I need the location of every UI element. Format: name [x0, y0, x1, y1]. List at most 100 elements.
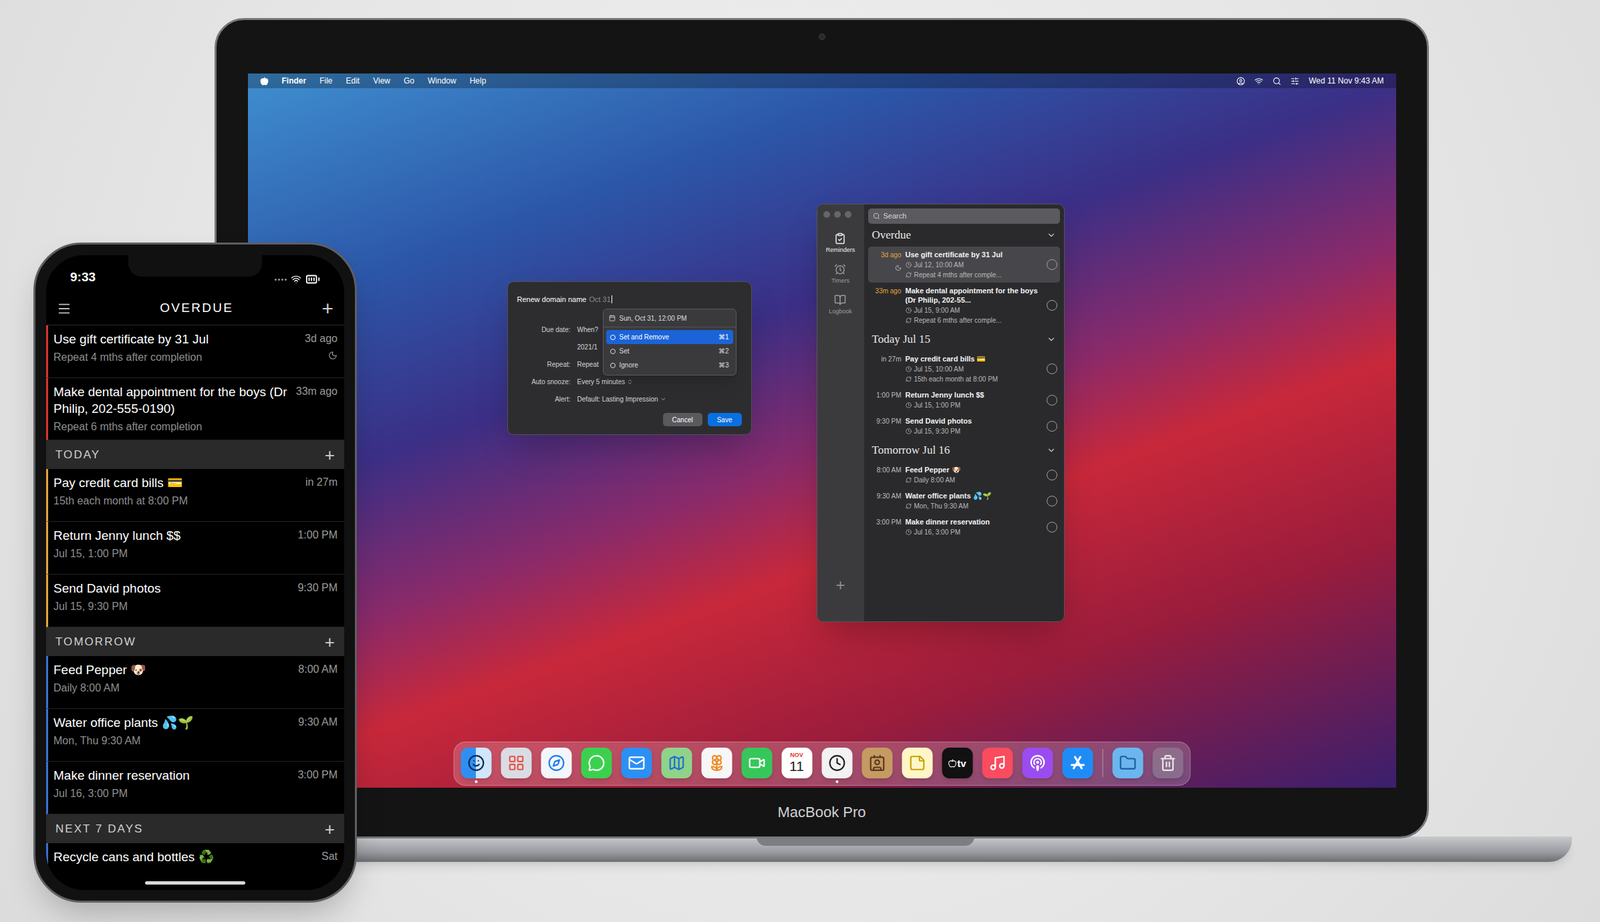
reminder-row[interactable]: 3:00 PMMake dinner reservationJul 16, 3:… [868, 513, 1060, 541]
phone-reminder-row[interactable]: Return Jenny lunch $$Jul 15, 1:00 PM1:00… [46, 521, 345, 575]
reminder-row[interactable]: 1:00 PMReturn Jenny lunch $$Jul 15, 1:00… [868, 386, 1060, 414]
tv-dock-item[interactable]: tv [941, 747, 973, 779]
section-add-button[interactable]: + [324, 820, 335, 839]
photos-dock-item[interactable] [701, 747, 732, 779]
section-add-button[interactable]: + [324, 446, 335, 464]
reminder-repeat: Daily 8:00 AM [914, 475, 956, 485]
phone-reminder-row[interactable]: Make dental appointment for the boys (Dr… [46, 378, 345, 441]
control-center-icon[interactable] [1290, 76, 1300, 86]
phone-section: NEXT 7 DAYS+Recycle cans and bottles ♻️S… [46, 814, 345, 891]
section-header[interactable]: Tomorrow Jul 16 [868, 439, 1060, 462]
add-button[interactable]: + [835, 577, 845, 594]
reminders-dock-item[interactable] [821, 747, 853, 779]
menu-clock[interactable]: Wed 11 Nov 9:43 AM [1308, 74, 1384, 87]
reminder-row[interactable]: 3d agoUse gift certificate by 31 JulJul … [868, 246, 1060, 283]
reminder-section: Overdue3d agoUse gift certificate by 31 … [868, 223, 1060, 329]
maps-dock-item[interactable] [660, 747, 692, 779]
trash-dock-item[interactable] [1152, 747, 1183, 779]
podcasts-dock-item[interactable] [1021, 747, 1053, 779]
app-menu[interactable]: Finder [282, 74, 307, 87]
finder-dock-item[interactable] [460, 747, 492, 779]
menu-option[interactable]: Set⌘2 [606, 344, 734, 359]
safari-dock-item[interactable] [540, 747, 572, 779]
spotlight-icon[interactable] [1272, 76, 1282, 86]
facetime-dock-item[interactable] [741, 747, 772, 779]
section-header[interactable]: Today Jul 15 [868, 328, 1060, 351]
menu-icon[interactable] [56, 301, 72, 317]
phone-screen: 9:33OVERDUE+Use gift certificate by 31 J… [46, 255, 345, 891]
section-header[interactable]: Overdue [868, 223, 1060, 247]
complete-checkbox[interactable] [1046, 469, 1058, 481]
sidebar-item[interactable]: Logbook [828, 294, 853, 316]
complete-checkbox[interactable] [1046, 521, 1058, 533]
title-field[interactable]: Renew domain nameOct 31 [517, 291, 742, 308]
menu-item[interactable]: Go [403, 74, 415, 87]
reminder-title: Make dinner reservation [905, 517, 1043, 527]
contacts-dock-item[interactable] [861, 747, 893, 779]
close-button[interactable] [823, 211, 831, 218]
wifi-icon[interactable] [1254, 76, 1264, 86]
popup-button[interactable]: Every 5 minutes [577, 376, 634, 387]
due-time: 9:30 AM [876, 491, 902, 501]
music-dock-item[interactable] [981, 747, 1013, 779]
launchpad-dock-item[interactable] [500, 747, 532, 779]
zoom-button[interactable] [844, 211, 852, 218]
mail-dock-item[interactable] [620, 747, 652, 779]
search-field[interactable]: Search [868, 208, 1060, 224]
due-time: 1:00 PM [876, 390, 901, 400]
reminder-time: 1:00 PM [297, 527, 338, 544]
complete-checkbox[interactable] [1046, 259, 1058, 271]
edit-reminder-dialog[interactable]: Renew domain nameOct 31Due date:When?202… [507, 281, 752, 436]
text-field[interactable]: Repeat [577, 359, 599, 370]
sidebar-item[interactable]: Reminders [826, 232, 856, 254]
phone-reminder-row[interactable]: Send David photosJul 15, 9:30 PM9:30 PM [46, 574, 345, 628]
calendar-dock-item[interactable]: NOV11 [781, 747, 813, 779]
menu-option[interactable]: Ignore⌘3 [606, 358, 734, 373]
reminder-row[interactable]: in 27mPay credit card bills 💳Jul 15, 10:… [868, 350, 1060, 387]
menu-item[interactable]: Window [427, 74, 457, 87]
complete-checkbox[interactable] [1046, 495, 1058, 507]
sidebar-item[interactable]: Timers [831, 263, 850, 285]
reminder-time: 8:00 AM [298, 661, 338, 678]
add-button[interactable]: + [321, 298, 334, 319]
photos-icon [701, 747, 732, 779]
complete-checkbox[interactable] [1046, 363, 1058, 375]
user-icon[interactable] [1236, 76, 1246, 86]
repeat-icon [905, 317, 912, 324]
messages-dock-item[interactable] [580, 747, 612, 779]
phone-reminder-row[interactable]: Feed Pepper 🐶Daily 8:00 AM8:00 AM [46, 656, 345, 710]
downloads-dock-item[interactable] [1112, 747, 1143, 779]
text-field[interactable]: When? [577, 324, 599, 335]
save-button[interactable]: Save [707, 413, 742, 427]
appstore-dock-item[interactable] [1061, 747, 1093, 779]
menu-item[interactable]: Help [469, 74, 487, 87]
menu-item[interactable]: Edit [346, 74, 361, 87]
reminder-row[interactable]: 9:30 PMSend David photosJul 15, 9:30 PM [868, 413, 1060, 440]
popup-button[interactable]: Default: Lasting Impression [577, 394, 667, 405]
notes-dock-item[interactable] [901, 747, 933, 779]
text-field[interactable]: 2021/1 [577, 342, 599, 353]
signal-icon [274, 278, 287, 281]
complete-checkbox[interactable] [1046, 300, 1058, 311]
menu-option[interactable]: Set and Remove⌘1 [606, 330, 734, 345]
reminder-row[interactable]: 8:00 AMFeed Pepper 🐶Daily 8:00 AM [868, 461, 1060, 488]
section-add-button[interactable]: + [324, 633, 335, 651]
cancel-button[interactable]: Cancel [662, 413, 703, 427]
minimize-button[interactable] [834, 211, 841, 218]
phone-reminder-row[interactable]: Water office plants 💦🌱Mon, Thu 9:30 AM9:… [46, 709, 345, 762]
reminder-row[interactable]: 33m agoMake dental appointment for the b… [868, 282, 1060, 329]
phone-reminder-row[interactable]: Pay credit card bills 💳15th each month a… [46, 469, 345, 522]
reminders-window[interactable]: Reminders Timers Logbook + SearchOverdue3d a… [816, 203, 1065, 623]
menu-item[interactable]: File [319, 74, 333, 87]
apple-menu-icon[interactable] [259, 76, 269, 86]
due-time: 33m ago [875, 286, 902, 296]
phone-reminder-row[interactable]: Make dinner reservationJul 16, 3:00 PM3:… [46, 761, 345, 815]
sidebar-item-icon [834, 263, 847, 276]
complete-checkbox[interactable] [1046, 421, 1058, 432]
complete-checkbox[interactable] [1046, 394, 1058, 406]
downloads-icon [1112, 747, 1143, 779]
reminder-row[interactable]: 9:30 AMWater office plants 💦🌱Mon, Thu 9:… [868, 487, 1060, 514]
date-suggestion-menu[interactable]: Sun, Oct 31, 12:00 PMSet and Remove⌘1Set… [602, 308, 737, 376]
menu-item[interactable]: View [372, 74, 391, 87]
phone-reminder-row[interactable]: Use gift certificate by 31 JulRepeat 4 m… [46, 325, 345, 379]
